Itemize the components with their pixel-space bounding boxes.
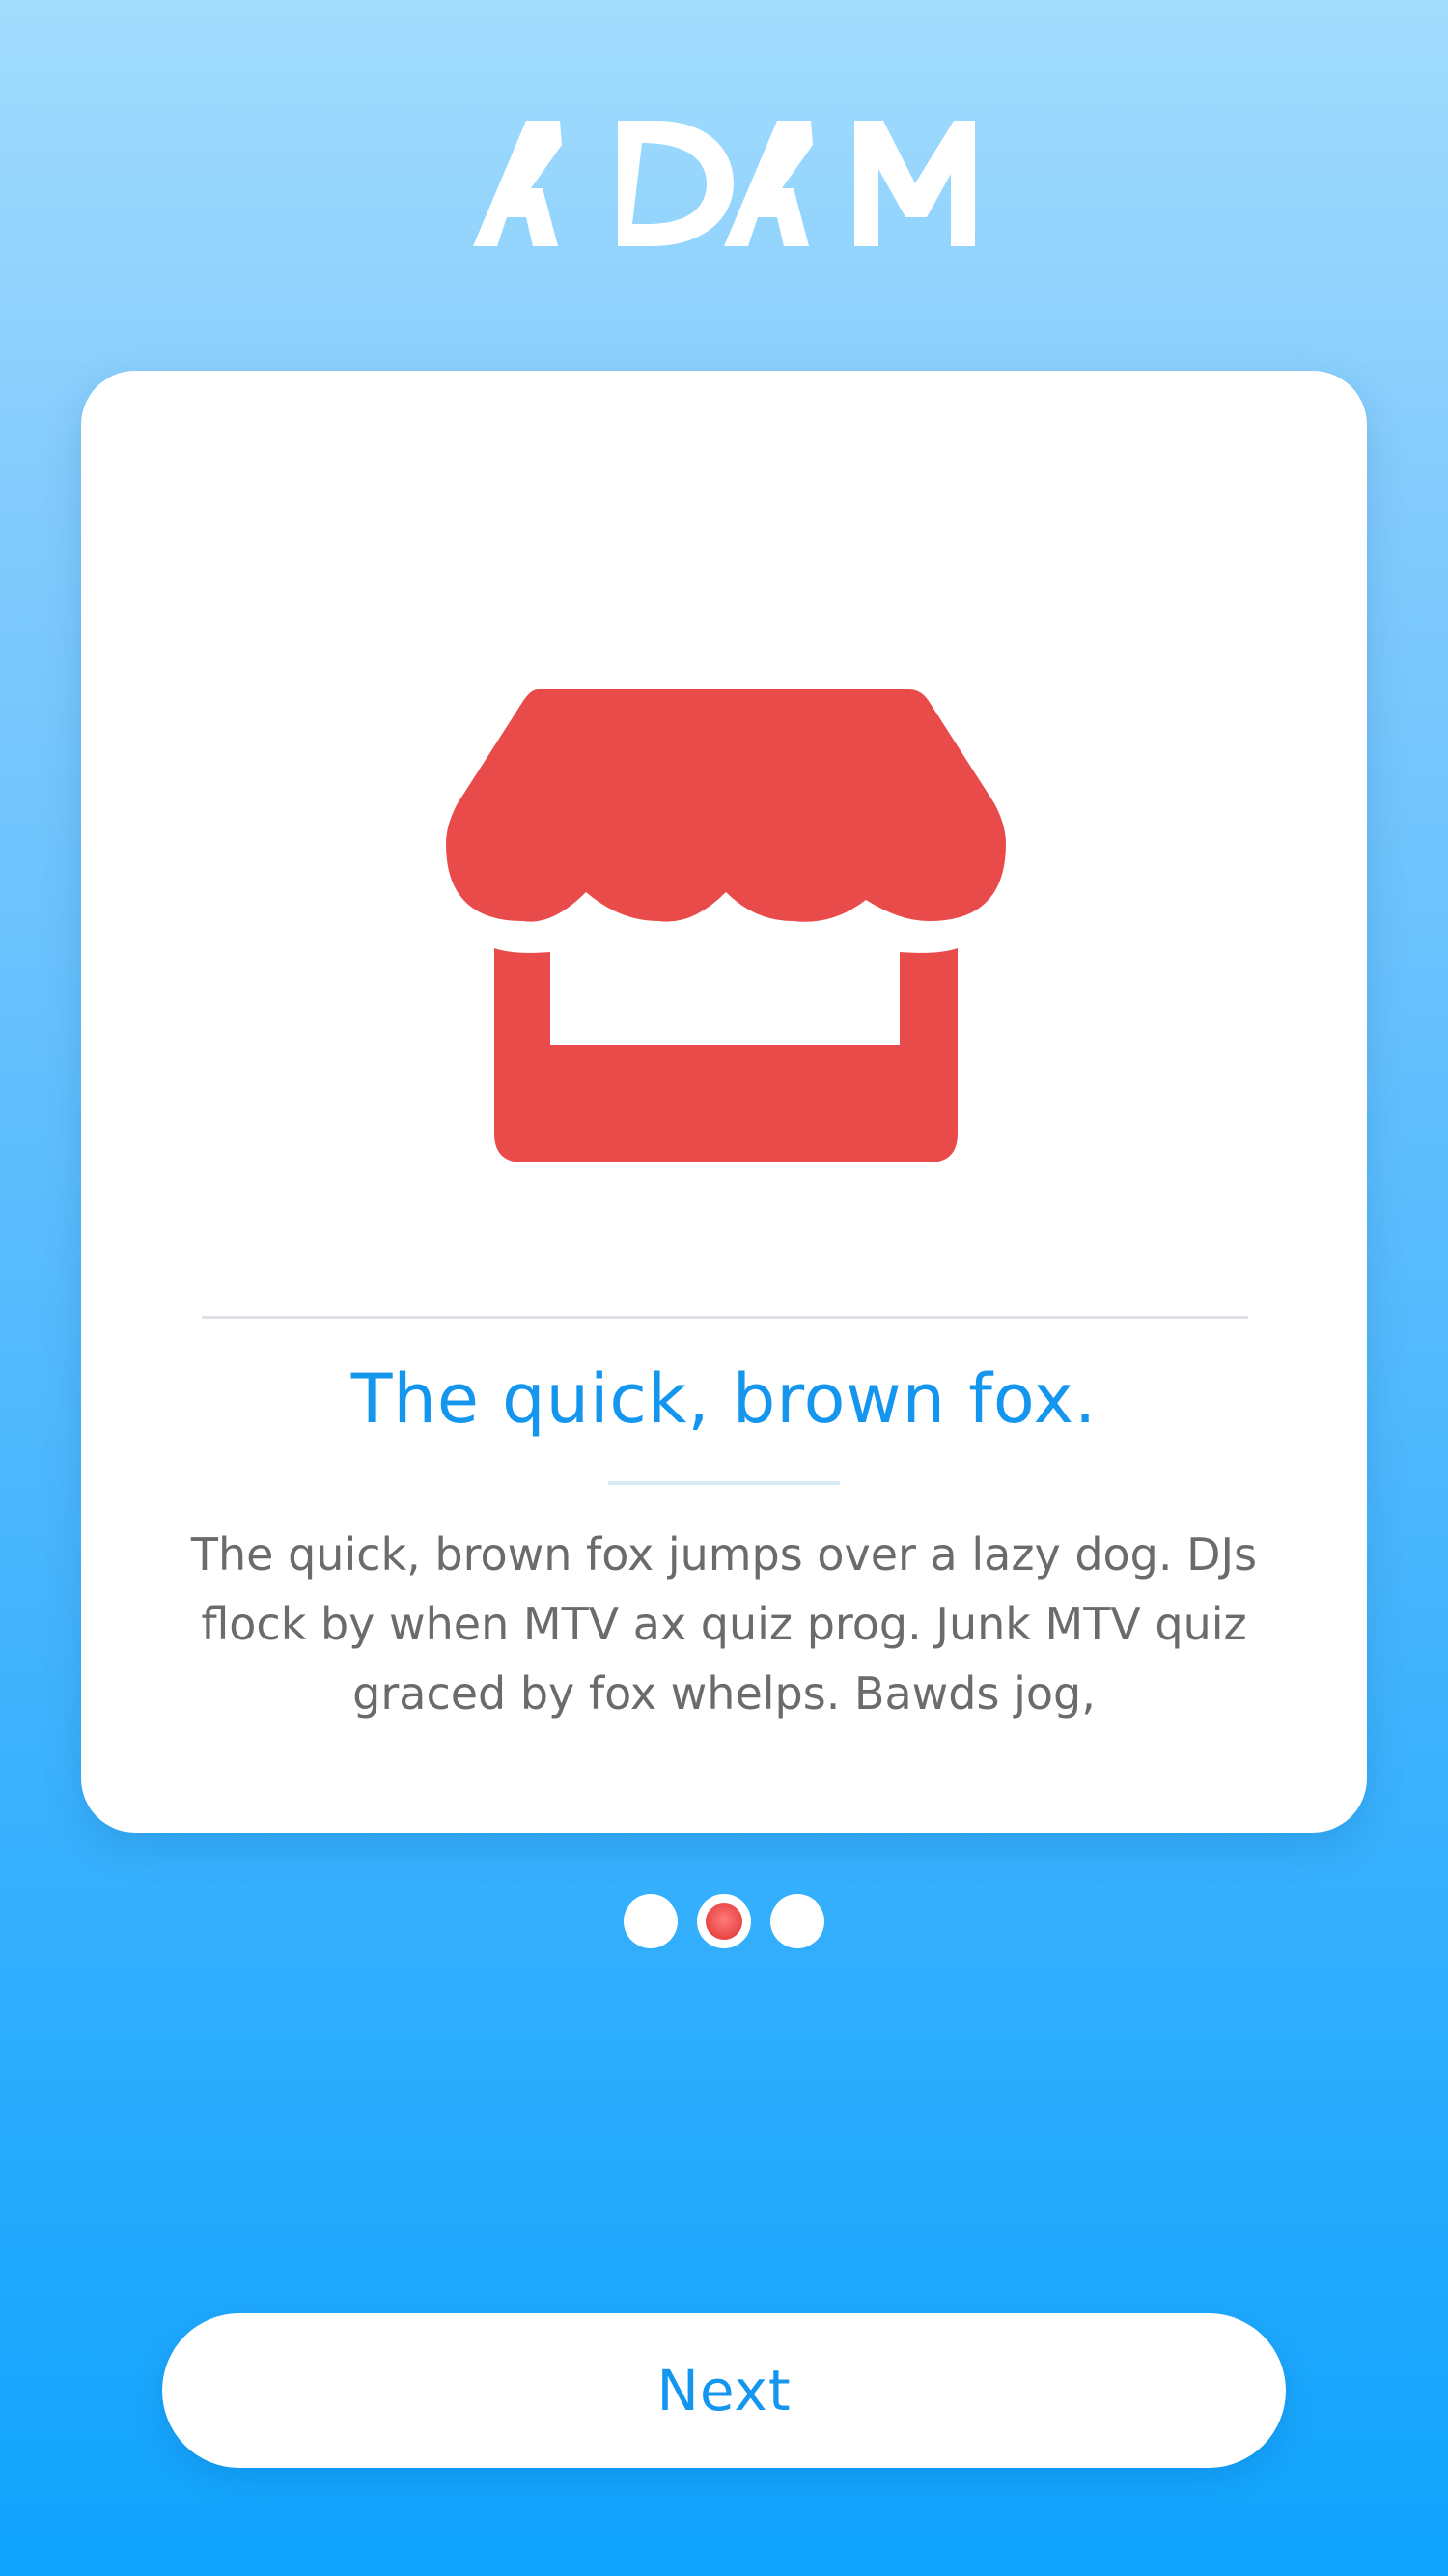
storefront-icon (446, 689, 1006, 1162)
pagination-dots (0, 1894, 1448, 1950)
onboarding-card: The quick, brown fox. The quick, brown f… (81, 371, 1367, 1833)
page-dot-1[interactable] (624, 1894, 678, 1948)
adam-logo (473, 121, 975, 246)
page-dot-3[interactable] (770, 1894, 824, 1948)
card-title: The quick, brown fox. (350, 1359, 1098, 1439)
title-underline (608, 1481, 840, 1485)
card-divider (202, 1316, 1248, 1319)
page-dot-2-active[interactable] (697, 1894, 751, 1948)
card-description: The quick, brown fox jumps over a lazy d… (190, 1528, 1258, 1720)
next-button[interactable]: Next (162, 2313, 1286, 2468)
